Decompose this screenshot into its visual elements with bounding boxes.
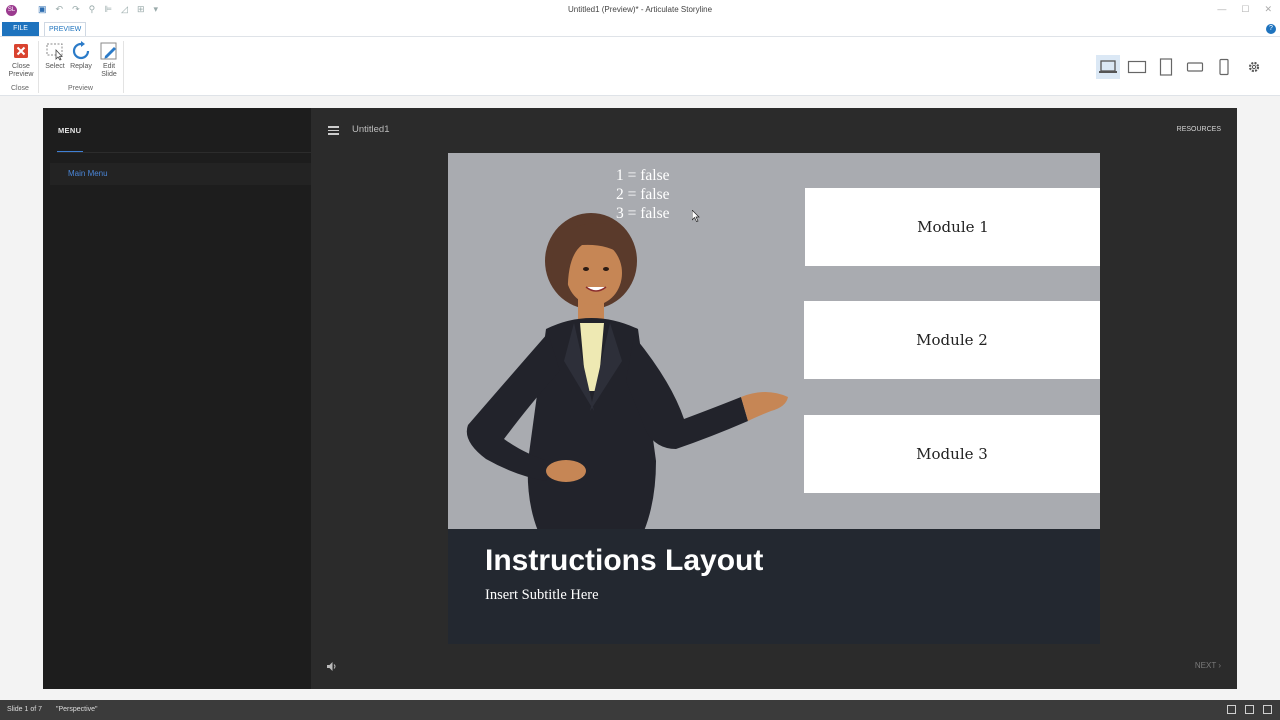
preview-group-label: Preview — [68, 85, 93, 92]
ribbon: Close Preview Close Select Replay Edit S… — [0, 36, 1280, 96]
title-banner: Instructions Layout Insert Subtitle Here — [448, 529, 1100, 644]
maximize-button[interactable]: ☐ — [1241, 4, 1249, 15]
tablet-portrait-icon — [1159, 58, 1173, 76]
window-controls: — ☐ ✕ — [1217, 4, 1272, 15]
tablet-landscape-icon — [1127, 60, 1147, 74]
minimize-button[interactable]: — — [1217, 4, 1226, 15]
edit-slide-button[interactable]: Edit Slide — [97, 41, 121, 79]
next-label: NEXT — [1194, 661, 1217, 670]
course-title: Untitled1 — [352, 124, 390, 135]
close-preview-button[interactable]: Close Preview — [6, 41, 36, 79]
title-bar: SL ▣ ↶ ↷ ⚲ ⊫ ◿ ⊞ ▾ Untitled1 (Preview)* … — [0, 0, 1280, 22]
fit-view-icon[interactable] — [1263, 705, 1272, 714]
presenter-character-illustration — [466, 213, 788, 531]
module-3-button[interactable]: Module 3 — [804, 415, 1100, 493]
window-title: Untitled1 (Preview)* - Articulate Storyl… — [567, 5, 713, 14]
edit-slide-icon — [100, 42, 117, 60]
variable-1: 1 = false — [616, 167, 670, 184]
slide-canvas: 1 = false 2 = false 3 = false Module 1 M… — [448, 153, 1100, 644]
slide-subtitle: Insert Subtitle Here — [485, 587, 599, 603]
phone-landscape-icon — [1186, 62, 1204, 72]
player-content: Untitled1 RESOURCES 1 = false 2 = false … — [311, 108, 1237, 689]
tab-file[interactable]: FILE — [2, 22, 39, 36]
replay-icon — [72, 41, 90, 60]
ribbon-separator — [38, 41, 39, 93]
theme-name: "Perspective" — [56, 706, 98, 713]
menu-item-main-menu[interactable]: Main Menu — [50, 163, 311, 185]
edit-slide-label: Edit Slide — [101, 63, 117, 78]
phone-landscape-button[interactable] — [1183, 55, 1207, 79]
select-icon — [46, 43, 63, 61]
module-1-button[interactable]: Module 1 — [805, 188, 1100, 266]
resources-button[interactable]: RESOURCES — [1177, 126, 1221, 133]
hamburger-menu-icon[interactable] — [328, 126, 339, 135]
variable-2: 2 = false — [616, 186, 670, 203]
slide-title: Instructions Layout — [485, 544, 764, 577]
phone-portrait-button[interactable] — [1212, 55, 1236, 79]
grid-view-icon[interactable] — [1227, 705, 1236, 714]
tablet-landscape-button[interactable] — [1125, 55, 1149, 79]
player-stage: MENU Main Menu Untitled1 RESOURCES 1 = f… — [43, 108, 1237, 689]
replay-label: Replay — [70, 63, 92, 70]
close-preview-icon — [14, 44, 28, 58]
menu-divider — [57, 152, 311, 153]
ribbon-separator — [123, 41, 124, 93]
next-button[interactable]: NEXT › — [1195, 661, 1221, 670]
status-bar: Slide 1 of 7 "Perspective" — [0, 700, 1280, 720]
close-window-button[interactable]: ✕ — [1264, 4, 1272, 15]
slide-counter: Slide 1 of 7 — [7, 706, 43, 713]
select-label: Select — [45, 63, 65, 70]
view-controls — [1227, 705, 1272, 714]
gear-icon — [1248, 61, 1260, 73]
preview-settings-button[interactable] — [1242, 55, 1266, 79]
desktop-view-button[interactable] — [1096, 55, 1120, 79]
volume-icon[interactable] — [326, 661, 338, 672]
phone-portrait-icon — [1219, 58, 1229, 76]
select-button[interactable]: Select — [42, 41, 68, 71]
replay-button[interactable]: Replay — [67, 41, 95, 71]
close-group-label: Close — [11, 85, 29, 92]
menu-tab[interactable]: MENU — [58, 126, 81, 135]
tablet-portrait-button[interactable] — [1154, 55, 1178, 79]
ribbon-tab-bar: FILE PREVIEW ? — [0, 22, 1280, 36]
chevron-right-icon: › — [1218, 661, 1221, 670]
close-preview-label: Close Preview — [8, 63, 34, 78]
tab-preview[interactable]: PREVIEW — [44, 22, 87, 36]
player-sidebar: MENU Main Menu — [43, 108, 311, 689]
help-icon[interactable]: ? — [1266, 24, 1276, 34]
normal-view-icon[interactable] — [1245, 705, 1254, 714]
laptop-icon — [1099, 60, 1117, 73]
module-2-button[interactable]: Module 2 — [804, 301, 1100, 379]
